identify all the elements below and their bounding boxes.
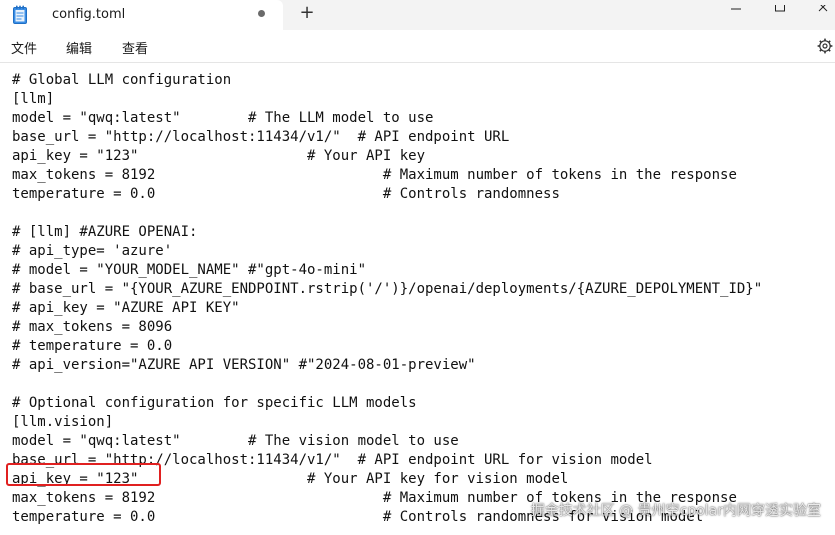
gear-icon[interactable] [817,38,833,54]
editor-line[interactable]: # api_version="AZURE API VERSION" #"2024… [12,356,762,375]
editor-line[interactable]: model = "qwq:latest" # The vision model … [12,432,762,451]
api-key-highlight-box [6,463,161,486]
new-tab-button[interactable]: + [296,2,318,24]
window-controls[interactable] [727,0,828,12]
menu-bar: 文件 编辑 查看 [0,30,835,63]
editor-line[interactable]: # max_tokens = 8096 [12,318,762,337]
editor-line[interactable]: [llm] [12,90,762,109]
editor-line[interactable]: # api_type= 'azure' [12,242,762,261]
menu-file[interactable]: 文件 [11,38,37,57]
editor-line[interactable]: # base_url = "{YOUR_AZURE_ENDPOINT.rstri… [12,280,762,299]
editor-line[interactable]: # Global LLM configuration [12,71,762,90]
maximize-icon [775,0,785,12]
editor-line[interactable]: base_url = "http://localhost:11434/v1/" … [12,128,762,147]
watermark: 掘金技术社区 @ 贵州空cpolar内网穿透实验室 [530,503,821,519]
editor-line[interactable]: # model = "YOUR_MODEL_NAME" #"gpt-4o-min… [12,261,762,280]
menu-view[interactable]: 查看 [122,38,148,57]
menu-edit[interactable]: 编辑 [66,38,92,57]
editor-line[interactable]: # api_key = "AZURE API KEY" [12,299,762,318]
title-bar: config.toml + [0,0,835,30]
editor-line[interactable]: max_tokens = 8192 # Maximum number of to… [12,166,762,185]
editor-line[interactable]: # Optional configuration for specific LL… [12,394,762,413]
editor-line[interactable]: # [llm] #AZURE OPENAI: [12,223,762,242]
editor-content[interactable]: # Global LLM configuration [llm] model = "… [12,71,762,527]
editor-line[interactable] [12,204,762,223]
editor-line[interactable]: temperature = 0.0 # Controls randomness [12,185,762,204]
editor-line[interactable]: api_key = "123" # Your API key [12,147,762,166]
editor-line[interactable]: # temperature = 0.0 [12,337,762,356]
editor-line[interactable]: model = "qwq:latest" # The LLM model to … [12,109,762,128]
unsaved-dot-icon[interactable] [258,10,265,17]
notepad-icon [13,5,27,24]
editor-line[interactable] [12,375,762,394]
editor-line[interactable]: [llm.vision] [12,413,762,432]
tab-config-toml[interactable]: config.toml [0,0,283,30]
tab-title: config.toml [52,7,126,22]
